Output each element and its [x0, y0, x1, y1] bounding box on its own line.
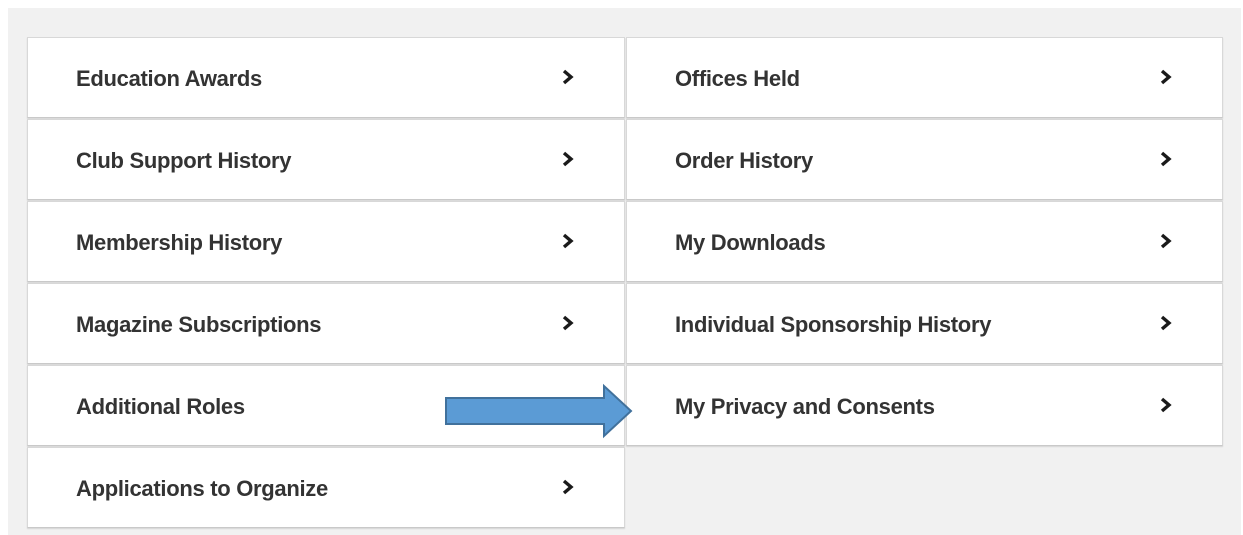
- menu-item-offices-held[interactable]: Offices Held: [626, 37, 1223, 118]
- menu-item-label: Additional Roles: [76, 394, 245, 419]
- menu-item-my-downloads[interactable]: My Downloads: [626, 201, 1223, 282]
- chevron-right-icon: [1158, 233, 1174, 249]
- chevron-right-icon: [560, 315, 576, 331]
- menu-item-label: Applications to Organize: [76, 476, 328, 501]
- chevron-right-icon: [560, 479, 576, 495]
- chevron-right-icon: [1158, 69, 1174, 85]
- chevron-right-icon: [1158, 315, 1174, 331]
- menu-item-label: Individual Sponsorship History: [675, 312, 992, 337]
- menu-item-label: My Privacy and Consents: [675, 394, 935, 419]
- menu-item-membership-history[interactable]: Membership History: [27, 201, 625, 282]
- menu-item-label: Club Support History: [76, 148, 292, 173]
- chevron-right-icon: [560, 69, 576, 85]
- menu-item-club-support-history[interactable]: Club Support History: [27, 119, 625, 200]
- menu-item-applications-to-organize[interactable]: Applications to Organize: [27, 447, 625, 528]
- chevron-right-icon: [1158, 397, 1174, 413]
- menu-item-label: Offices Held: [675, 66, 800, 91]
- menu-item-my-privacy-and-consents[interactable]: My Privacy and Consents: [626, 365, 1223, 446]
- menu-item-label: Membership History: [76, 230, 283, 255]
- menu-item-order-history[interactable]: Order History: [626, 119, 1223, 200]
- chevron-right-icon: [560, 233, 576, 249]
- menu-item-label: Education Awards: [76, 66, 262, 91]
- menu-item-label: Magazine Subscriptions: [76, 312, 322, 337]
- right-arrow-annotation-icon: [444, 383, 634, 439]
- left-menu-column: Education Awards Club Support History Me…: [27, 37, 625, 529]
- menu-item-label: My Downloads: [675, 230, 826, 255]
- menu-item-education-awards[interactable]: Education Awards: [27, 37, 625, 118]
- chevron-right-icon: [560, 151, 576, 167]
- chevron-right-icon: [1158, 151, 1174, 167]
- right-menu-column: Offices Held Order History My Downloads …: [626, 37, 1223, 447]
- menu-item-individual-sponsorship-history[interactable]: Individual Sponsorship History: [626, 283, 1223, 364]
- menu-item-magazine-subscriptions[interactable]: Magazine Subscriptions: [27, 283, 625, 364]
- menu-item-label: Order History: [675, 148, 813, 173]
